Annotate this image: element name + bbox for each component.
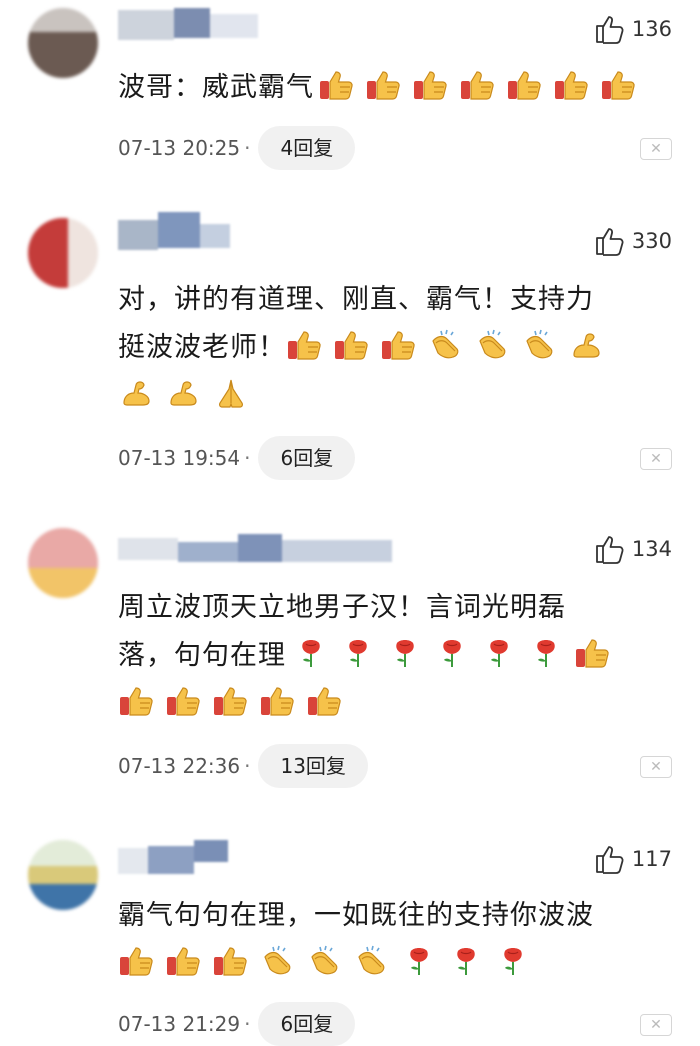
comment-meta: 07-13 22:36 · 13回复 bbox=[118, 744, 368, 788]
thumb-emoji-icon bbox=[165, 945, 203, 977]
avatar[interactable] bbox=[28, 8, 98, 78]
pray-emoji-icon bbox=[212, 377, 250, 409]
close-icon[interactable]: ✕ bbox=[640, 138, 672, 160]
comment-text: 波哥：威武霸气 bbox=[118, 64, 668, 112]
rose-emoji-icon bbox=[292, 637, 330, 669]
avatar[interactable] bbox=[28, 528, 98, 598]
comment-item: 117 霸气句句在理，一如既往的支持你波波 07-13 21:29 · 6回复 … bbox=[0, 830, 700, 1046]
emoji-row bbox=[118, 685, 353, 719]
username[interactable] bbox=[118, 212, 268, 260]
comment-meta: 07-13 21:29 · 6回复 bbox=[118, 1002, 356, 1046]
rose-emoji-icon bbox=[400, 945, 438, 977]
avatar[interactable] bbox=[28, 218, 98, 288]
thumb-emoji-icon bbox=[506, 69, 544, 101]
rose-emoji-icon bbox=[433, 637, 471, 669]
comment-item: 330 对，讲的有道理、刚直、霸气！支持力 挺波波老师！ 07-13 19:54… bbox=[0, 200, 700, 510]
timestamp: 07-13 21:29 bbox=[118, 1012, 241, 1036]
rose-emoji-icon bbox=[386, 637, 424, 669]
separator-dot: · bbox=[244, 1012, 251, 1036]
username[interactable] bbox=[118, 4, 268, 52]
emoji-row bbox=[118, 377, 259, 411]
comment-text: 对，讲的有道理、刚直、霸气！支持力 挺波波老师！ bbox=[118, 276, 668, 420]
timestamp: 07-13 20:25 bbox=[118, 136, 241, 160]
text-line: 对，讲的有道理、刚直、霸气！支持力 bbox=[118, 284, 594, 315]
text-line: 波哥：威武霸气 bbox=[118, 72, 314, 103]
thumb-emoji-icon bbox=[259, 685, 297, 717]
muscle-emoji-icon bbox=[118, 377, 156, 409]
close-icon[interactable]: ✕ bbox=[640, 448, 672, 470]
thumb-emoji-icon bbox=[412, 69, 450, 101]
separator-dot: · bbox=[244, 136, 251, 160]
rose-emoji-icon bbox=[494, 945, 532, 977]
text-line: 挺波波老师！ bbox=[118, 332, 286, 363]
separator-dot: · bbox=[244, 754, 251, 778]
emoji-row bbox=[318, 69, 647, 103]
comment-text: 霸气句句在理，一如既往的支持你波波 bbox=[118, 892, 668, 988]
clap-emoji-icon bbox=[306, 945, 344, 977]
comment-meta: 07-13 20:25 · 4回复 bbox=[118, 126, 356, 170]
thumb-emoji-icon bbox=[380, 329, 418, 361]
close-icon[interactable]: ✕ bbox=[640, 756, 672, 778]
thumb-outline-icon bbox=[594, 14, 626, 44]
timestamp: 07-13 19:54 bbox=[118, 446, 241, 470]
like-count: 117 bbox=[631, 847, 672, 871]
comment-item: 136 波哥：威武霸气 07-13 20:25 · 4回复 ✕ bbox=[0, 0, 700, 200]
reply-button[interactable]: 13回复 bbox=[258, 744, 368, 788]
avatar[interactable] bbox=[28, 840, 98, 910]
clap-emoji-icon bbox=[521, 329, 559, 361]
rose-emoji-icon bbox=[339, 637, 377, 669]
thumb-emoji-icon bbox=[118, 685, 156, 717]
username[interactable] bbox=[118, 524, 398, 572]
clap-emoji-icon bbox=[353, 945, 391, 977]
reply-button[interactable]: 4回复 bbox=[258, 126, 356, 170]
emoji-row bbox=[286, 329, 615, 363]
comment-item: 134 周立波顶天立地男子汉！言词光明磊 落，句句在理 07-13 22:36 … bbox=[0, 510, 700, 830]
emoji-row bbox=[118, 945, 541, 979]
rose-emoji-icon bbox=[480, 637, 518, 669]
clap-emoji-icon bbox=[259, 945, 297, 977]
like-count: 134 bbox=[631, 537, 672, 561]
text-line: 周立波顶天立地男子汉！言词光明磊 bbox=[118, 592, 566, 623]
close-icon[interactable]: ✕ bbox=[640, 1014, 672, 1036]
timestamp: 07-13 22:36 bbox=[118, 754, 241, 778]
thumb-emoji-icon bbox=[118, 945, 156, 977]
thumb-emoji-icon bbox=[459, 69, 497, 101]
text-line: 霸气句句在理，一如既往的支持你波波 bbox=[118, 900, 594, 931]
emoji-row bbox=[292, 637, 621, 671]
thumb-outline-icon bbox=[594, 226, 626, 256]
comment-meta: 07-13 19:54 · 6回复 bbox=[118, 436, 356, 480]
muscle-emoji-icon bbox=[568, 329, 606, 361]
username[interactable] bbox=[118, 838, 268, 886]
reply-button[interactable]: 6回复 bbox=[258, 436, 356, 480]
rose-emoji-icon bbox=[447, 945, 485, 977]
clap-emoji-icon bbox=[474, 329, 512, 361]
like-count: 136 bbox=[631, 17, 672, 41]
thumb-emoji-icon bbox=[286, 329, 324, 361]
rose-emoji-icon bbox=[527, 637, 565, 669]
thumb-emoji-icon bbox=[318, 69, 356, 101]
thumb-emoji-icon bbox=[212, 685, 250, 717]
comment-text: 周立波顶天立地男子汉！言词光明磊 落，句句在理 bbox=[118, 584, 668, 728]
text-line: 落，句句在理 bbox=[118, 640, 286, 671]
like-button[interactable]: 134 bbox=[594, 534, 672, 564]
thumb-emoji-icon bbox=[212, 945, 250, 977]
thumb-emoji-icon bbox=[165, 685, 203, 717]
like-button[interactable]: 330 bbox=[594, 226, 672, 256]
muscle-emoji-icon bbox=[165, 377, 203, 409]
like-button[interactable]: 136 bbox=[594, 14, 672, 44]
thumb-outline-icon bbox=[594, 534, 626, 564]
thumb-emoji-icon bbox=[333, 329, 371, 361]
thumb-emoji-icon bbox=[365, 69, 403, 101]
like-button[interactable]: 117 bbox=[594, 844, 672, 874]
thumb-outline-icon bbox=[594, 844, 626, 874]
thumb-emoji-icon bbox=[306, 685, 344, 717]
like-count: 330 bbox=[631, 229, 672, 253]
separator-dot: · bbox=[244, 446, 251, 470]
thumb-emoji-icon bbox=[600, 69, 638, 101]
reply-button[interactable]: 6回复 bbox=[258, 1002, 356, 1046]
thumb-emoji-icon bbox=[574, 637, 612, 669]
clap-emoji-icon bbox=[427, 329, 465, 361]
thumb-emoji-icon bbox=[553, 69, 591, 101]
